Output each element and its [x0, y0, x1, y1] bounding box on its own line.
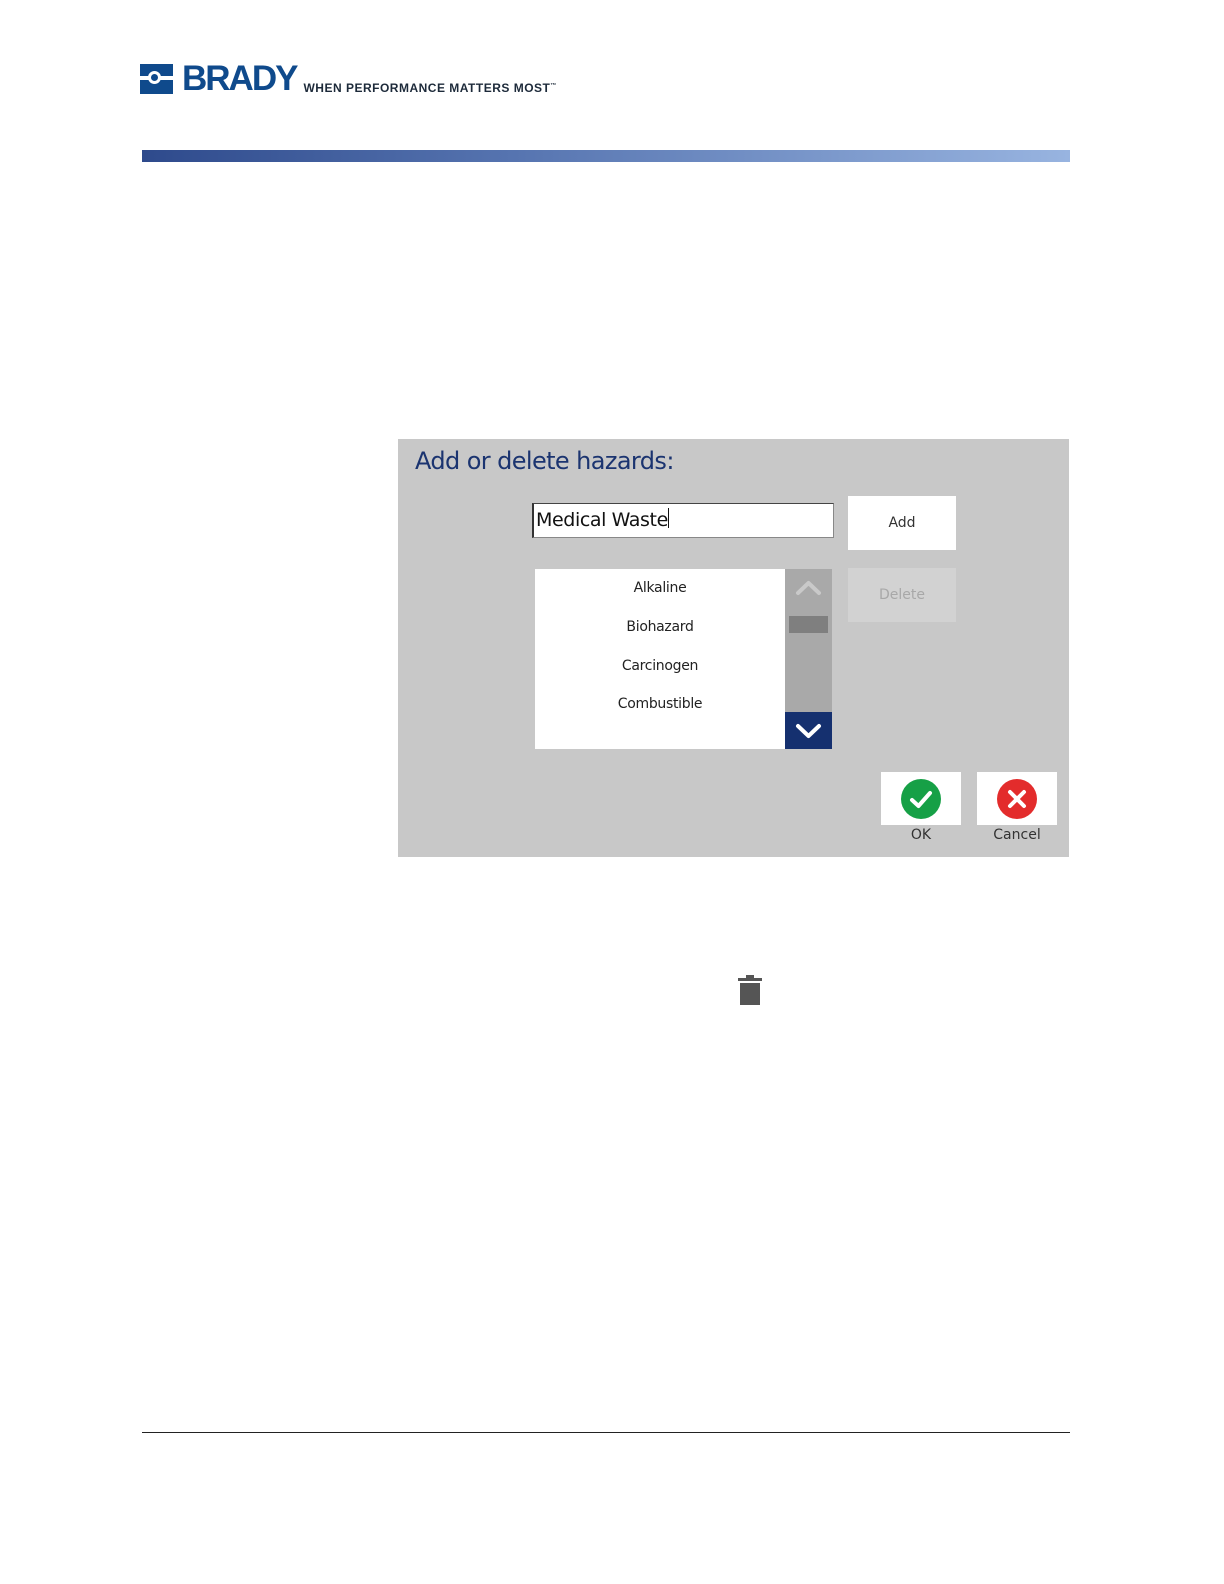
hazards-dialog: Add or delete hazards: Medical Waste Add…: [398, 439, 1069, 857]
hazard-input[interactable]: Medical Waste: [532, 503, 834, 538]
add-button[interactable]: Add: [848, 496, 956, 550]
scroll-down-button[interactable]: [785, 712, 832, 749]
hazard-list[interactable]: Alkaline Biohazard Carcinogen Combustibl…: [535, 569, 785, 749]
footer-rule: [142, 1432, 1070, 1433]
brand-name: BRADY: [182, 59, 298, 98]
list-item[interactable]: Combustible: [535, 696, 785, 712]
dialog-title: Add or delete hazards:: [415, 447, 674, 475]
x-icon: [997, 779, 1037, 819]
list-item[interactable]: Carcinogen: [535, 658, 785, 674]
chevron-down-icon: [796, 724, 821, 738]
header-banner: [142, 150, 1070, 162]
ok-label: OK: [910, 827, 932, 843]
trash-icon: [738, 975, 762, 1005]
text-caret: [667, 508, 669, 528]
brady-logo-icon: [140, 64, 173, 94]
ok-button[interactable]: [881, 772, 961, 825]
cancel-button[interactable]: [977, 772, 1057, 825]
chevron-up-icon: [796, 581, 821, 595]
hazard-input-value: Medical Waste: [536, 509, 668, 531]
list-scrollbar[interactable]: [785, 569, 832, 749]
brand-tagline: WHEN PERFORMANCE MATTERS MOST™: [303, 81, 557, 95]
cancel-label: Cancel: [993, 827, 1041, 843]
list-item[interactable]: Alkaline: [535, 580, 785, 596]
brady-logo: BRADY WHEN PERFORMANCE MATTERS MOST™: [140, 59, 557, 98]
scroll-thumb[interactable]: [789, 616, 828, 633]
checkmark-icon: [901, 779, 941, 819]
delete-button[interactable]: Delete: [848, 568, 956, 622]
list-item[interactable]: Biohazard: [535, 619, 785, 635]
scroll-up-button[interactable]: [785, 569, 832, 609]
